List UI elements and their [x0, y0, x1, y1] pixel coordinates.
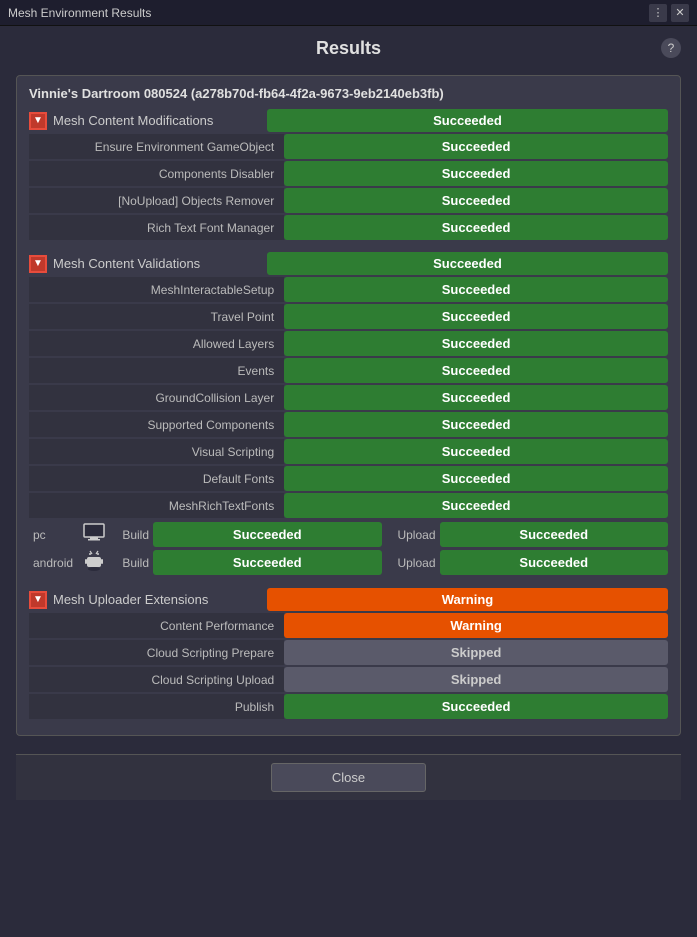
row-mesh-rich-text-fonts: MeshRichTextFonts Succeeded [29, 493, 668, 518]
row-mesh-interactable: MeshInteractableSetup Succeeded [29, 277, 668, 302]
environment-box: Vinnie's Dartroom 080524 (a278b70d-fb64-… [16, 75, 681, 736]
more-button[interactable]: ⋮ [649, 4, 667, 22]
row-allowed-layers: Allowed Layers Succeeded [29, 331, 668, 356]
platform-icon-pc [79, 523, 109, 546]
section-label-modifications: Mesh Content Modifications [53, 113, 267, 128]
title-bar: Mesh Environment Results ⋮ ✕ [0, 0, 697, 26]
platform-upload-status-pc: Succeeded [440, 522, 669, 547]
validations-rows: MeshInteractableSetup Succeeded Travel P… [29, 277, 668, 518]
row-travel-point: Travel Point Succeeded [29, 304, 668, 329]
section-label-extensions: Mesh Uploader Extensions [53, 592, 267, 607]
platform-row-android: android Build [29, 549, 668, 576]
row-supported-components: Supported Components Succeeded [29, 412, 668, 437]
section-mesh-content-modifications: ▼ Mesh Content Modifications Succeeded E… [29, 109, 668, 240]
platform-rows: pc Build Succeeded Upload Succeeded and [29, 522, 668, 576]
row-components-disabler: Components Disabler Succeeded [29, 161, 668, 186]
modifications-rows: Ensure Environment GameObject Succeeded … [29, 134, 668, 240]
section-status-extensions: Warning [267, 588, 668, 611]
section-toggle-validations[interactable]: ▼ [29, 255, 47, 273]
section-mesh-content-validations: ▼ Mesh Content Validations Succeeded Mes… [29, 252, 668, 576]
row-label-noupload-remover: [NoUpload] Objects Remover [29, 188, 284, 213]
row-label-components-disabler: Components Disabler [29, 161, 284, 186]
platform-upload-label-android: Upload [386, 556, 436, 570]
row-status-ensure-environment: Succeeded [284, 134, 668, 159]
window-title: Mesh Environment Results [8, 6, 151, 20]
row-label-ensure-environment: Ensure Environment GameObject [29, 134, 284, 159]
close-bar: Close [16, 754, 681, 800]
platform-upload-status-android: Succeeded [440, 550, 669, 575]
row-status-components-disabler: Succeeded [284, 161, 668, 186]
environment-title: Vinnie's Dartroom 080524 (a278b70d-fb64-… [29, 86, 668, 101]
close-window-button[interactable]: ✕ [671, 4, 689, 22]
row-rich-text-font: Rich Text Font Manager Succeeded [29, 215, 668, 240]
row-groundcollision: GroundCollision Layer Succeeded [29, 385, 668, 410]
platform-build-label-pc: Build [109, 528, 149, 542]
extensions-rows: Content Performance Warning Cloud Script… [29, 613, 668, 719]
results-title: Results [16, 38, 681, 59]
row-cloud-scripting-upload: Cloud Scripting Upload Skipped [29, 667, 668, 692]
row-content-performance: Content Performance Warning [29, 613, 668, 638]
row-noupload-remover: [NoUpload] Objects Remover Succeeded [29, 188, 668, 213]
platform-build-status-pc: Succeeded [153, 522, 382, 547]
section-toggle-extensions[interactable]: ▼ [29, 591, 47, 609]
platform-label-pc: pc [29, 528, 79, 542]
row-status-noupload-remover: Succeeded [284, 188, 668, 213]
row-publish: Publish Succeeded [29, 694, 668, 719]
platform-row-pc: pc Build Succeeded Upload Succeeded [29, 522, 668, 547]
section-label-validations: Mesh Content Validations [53, 256, 267, 271]
section-mesh-uploader-extensions: ▼ Mesh Uploader Extensions Warning Conte… [29, 588, 668, 719]
row-ensure-environment: Ensure Environment GameObject Succeeded [29, 134, 668, 159]
section-toggle-modifications[interactable]: ▼ [29, 112, 47, 130]
row-default-fonts: Default Fonts Succeeded [29, 466, 668, 491]
row-events: Events Succeeded [29, 358, 668, 383]
help-icon[interactable]: ? [661, 38, 681, 58]
platform-upload-label-pc: Upload [386, 528, 436, 542]
row-cloud-scripting-prepare: Cloud Scripting Prepare Skipped [29, 640, 668, 665]
row-visual-scripting: Visual Scripting Succeeded [29, 439, 668, 464]
platform-label-android: android [29, 556, 79, 570]
row-label-rich-text-font: Rich Text Font Manager [29, 215, 284, 240]
platform-build-label-android: Build [109, 556, 149, 570]
row-status-rich-text-font: Succeeded [284, 215, 668, 240]
platform-build-status-android: Succeeded [153, 550, 382, 575]
section-status-validations: Succeeded [267, 252, 668, 275]
platform-icon-android [79, 549, 109, 576]
section-status-modifications: Succeeded [267, 109, 668, 132]
close-button[interactable]: Close [271, 763, 426, 792]
